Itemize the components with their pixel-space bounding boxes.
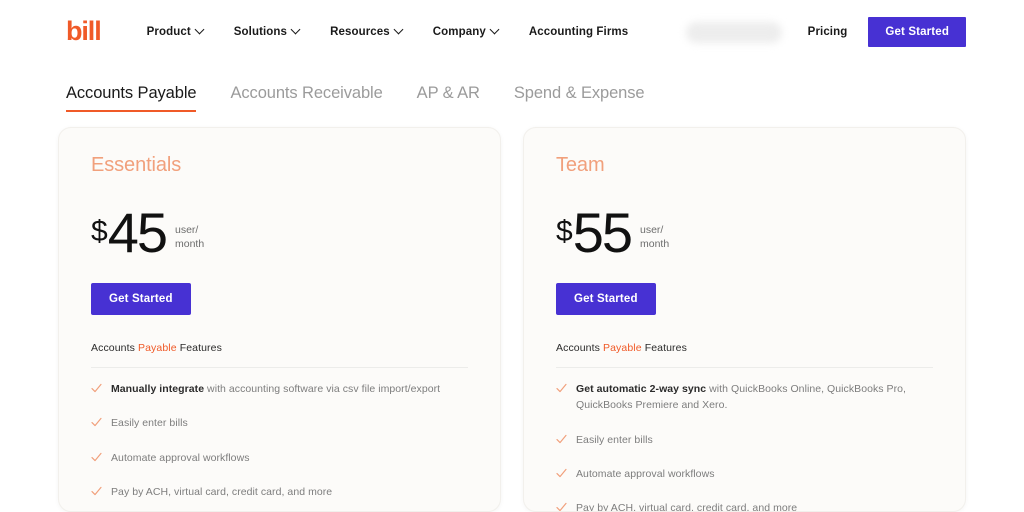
tab-spend-and-expense[interactable]: Spend & Expense — [514, 84, 645, 112]
header-actions: Pricing Get Started — [685, 17, 966, 47]
divider — [91, 367, 468, 368]
chevron-down-icon — [395, 26, 403, 34]
price-currency: $ — [556, 215, 573, 248]
feature-item: Pay by ACH, virtual card, credit card, a… — [556, 491, 933, 512]
nav-item-product[interactable]: Product — [147, 26, 204, 38]
feature-text: Manually integrate with accounting softw… — [111, 381, 440, 397]
check-icon — [556, 468, 567, 479]
chevron-down-icon — [292, 26, 300, 34]
feature-text: Easily enter bills — [111, 415, 188, 431]
feature-item: Easily enter bills — [91, 406, 468, 440]
feature-text: Pay by ACH, virtual card, credit card, a… — [576, 500, 798, 512]
price-amount: 55 — [572, 201, 633, 264]
primary-nav: Product Solutions Resources Company Acco… — [147, 26, 629, 38]
nav-item-label: Product — [146, 26, 191, 38]
plan-category-tabs: Accounts Payable Accounts Receivable AP … — [0, 64, 1024, 112]
nav-item-accounting-firms[interactable]: Accounting Firms — [529, 26, 628, 38]
plan-price: $ 45 user/ month — [91, 201, 468, 261]
nav-item-label: Solutions — [233, 26, 288, 38]
plan-name: Essentials — [91, 154, 182, 176]
nav-item-label: Company — [432, 26, 486, 38]
feature-list: Get automatic 2-way sync with QuickBooks… — [556, 372, 933, 512]
feature-text: Get automatic 2-way sync with QuickBooks… — [576, 381, 933, 414]
feature-item: Manually integrate with accounting softw… — [91, 372, 468, 406]
features-heading-pre: Accounts — [91, 342, 139, 354]
price-period: user/ month — [640, 223, 669, 251]
pricing-plans: Essentials $ 45 user/ month Get Started … — [0, 112, 1024, 512]
tab-accounts-receivable[interactable]: Accounts Receivable — [230, 84, 382, 112]
price-period-line2: month — [639, 238, 670, 251]
nav-item-resources[interactable]: Resources — [330, 26, 403, 38]
feature-item: Get automatic 2-way sync with QuickBooks… — [556, 372, 933, 423]
check-icon — [556, 434, 567, 445]
price-period-line1: user/ — [174, 224, 199, 236]
feature-item: Easily enter bills — [556, 423, 933, 457]
features-heading-highlight: Payable — [603, 342, 642, 354]
price-period: user/ month — [175, 223, 204, 251]
price-amount: 45 — [107, 201, 168, 264]
chevron-down-icon — [196, 26, 204, 34]
plan-card-team: Team $ 55 user/ month Get Started Accoun… — [523, 127, 966, 512]
plan-name: Team — [556, 154, 605, 176]
features-heading: Accounts Payable Features — [556, 342, 933, 354]
check-icon — [91, 452, 102, 463]
price-period-line2: month — [174, 238, 205, 251]
check-icon — [91, 417, 102, 428]
feature-text-rest: Easily enter bills — [111, 417, 188, 430]
tab-ap-and-ar[interactable]: AP & AR — [417, 84, 480, 112]
feature-text: Automate approval workflows — [111, 450, 250, 466]
feature-text-rest: Pay by ACH, virtual card, credit card, a… — [576, 502, 798, 512]
feature-text: Pay by ACH, virtual card, credit card, a… — [111, 484, 332, 500]
redacted-region — [685, 21, 782, 43]
plan-get-started-button[interactable]: Get Started — [91, 283, 191, 315]
feature-item: Automate approval workflows — [556, 457, 933, 491]
feature-text-rest: Pay by ACH, virtual card, credit card, a… — [111, 485, 333, 498]
check-icon — [556, 383, 567, 394]
features-heading-highlight: Payable — [138, 342, 177, 354]
check-icon — [91, 383, 102, 394]
nav-item-label: Accounting Firms — [528, 26, 629, 38]
features-heading-pre: Accounts — [556, 342, 604, 354]
pricing-link[interactable]: Pricing — [808, 26, 848, 38]
feature-text-bold: Manually integrate — [111, 383, 205, 395]
feature-text-rest: with accounting software via csv file im… — [204, 383, 441, 395]
features-heading-post: Features — [176, 342, 222, 354]
nav-item-solutions[interactable]: Solutions — [234, 26, 300, 38]
feature-text-bold: Get automatic 2-way sync — [576, 383, 707, 395]
feature-item: Automate approval workflows — [91, 441, 468, 475]
price-currency: $ — [91, 215, 108, 248]
tab-accounts-payable[interactable]: Accounts Payable — [66, 84, 197, 112]
feature-text: Easily enter bills — [576, 432, 653, 448]
price-period-line1: user/ — [639, 224, 664, 236]
feature-text-rest: Automate approval workflows — [111, 451, 250, 464]
site-header: bill Product Solutions Resources Company… — [0, 0, 1024, 64]
feature-item: Pay by ACH, virtual card, credit card, a… — [91, 475, 468, 509]
brand-logo[interactable]: bill — [66, 17, 102, 45]
plan-get-started-button[interactable]: Get Started — [556, 283, 656, 315]
check-icon — [91, 486, 102, 497]
plan-price: $ 55 user/ month — [556, 201, 933, 261]
feature-text-rest: Easily enter bills — [576, 433, 653, 446]
nav-item-company[interactable]: Company — [433, 26, 499, 38]
plan-card-essentials: Essentials $ 45 user/ month Get Started … — [58, 127, 501, 512]
feature-text-rest: Automate approval workflows — [576, 467, 715, 480]
feature-text: Automate approval workflows — [576, 466, 715, 482]
divider — [556, 367, 933, 368]
nav-item-label: Resources — [330, 26, 390, 38]
header-get-started-button[interactable]: Get Started — [868, 17, 966, 47]
check-icon — [556, 502, 567, 511]
chevron-down-icon — [491, 26, 499, 34]
features-heading-post: Features — [641, 342, 687, 354]
feature-list: Manually integrate with accounting softw… — [91, 372, 468, 511]
features-heading: Accounts Payable Features — [91, 342, 468, 354]
